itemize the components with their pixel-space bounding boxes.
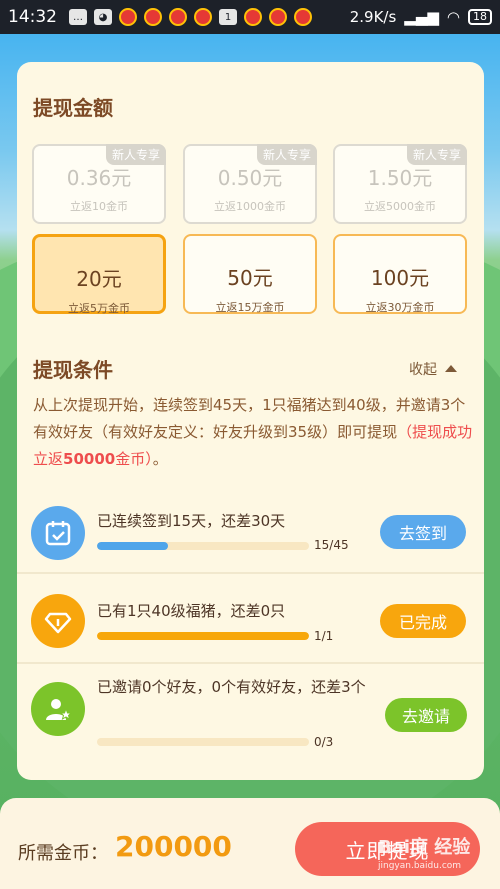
- withdraw-card: 提现金额 新人专享 0.36元 立返10金币 新人专享 0.50元 立返1000…: [17, 62, 484, 780]
- task-progress-count: 0/3: [314, 735, 334, 749]
- watermark-brand: Bai度 经验: [378, 837, 471, 858]
- caret-up-icon: [445, 365, 457, 372]
- completed-button[interactable]: 已完成: [380, 604, 466, 638]
- amount-reward-note: 立返1000金币: [214, 200, 286, 213]
- amount-value: 0.36元: [66, 166, 132, 190]
- reward-text: 金币）: [115, 450, 153, 468]
- network-speed: 2.9K/s: [349, 8, 397, 26]
- conditions-section-title: 提现条件: [33, 358, 113, 382]
- amount-value: 100元: [370, 266, 430, 290]
- app-notification-icon: [144, 8, 162, 26]
- amount-reward-note: 立返30万金币: [365, 301, 435, 314]
- checkin-button[interactable]: 去签到: [380, 515, 466, 549]
- amount-value: 20元: [76, 267, 122, 291]
- task-progress-count: 1/1: [314, 629, 334, 643]
- amount-reward-note: 立返10金币: [70, 200, 128, 213]
- task-progress-bar: [97, 542, 309, 550]
- amount-option-100[interactable]: 100元 立返30万金币: [333, 234, 467, 314]
- watermark-url: jingyan.baidu.com: [378, 861, 462, 871]
- amount-reward-note: 立返15万金币: [215, 301, 285, 314]
- task-row-checkin: 已连续签到15天，还差30天 15/45 去签到: [17, 492, 484, 574]
- invite-button[interactable]: 去邀请: [385, 698, 467, 732]
- wifi-icon: ◠: [446, 8, 460, 26]
- status-bar: 14:32 … ◕ 1 2.9K/s ▂▄▆ ◠ 18: [0, 0, 500, 34]
- task-progress-fill: [97, 632, 309, 640]
- amount-reward-note: 立返5万金币: [68, 302, 130, 315]
- notification-count-icon: 1: [219, 9, 237, 25]
- amount-section-title: 提现金额: [33, 96, 113, 120]
- reward-amount: 50000: [63, 450, 116, 468]
- collapse-label: 收起: [409, 362, 437, 378]
- collapse-toggle[interactable]: 收起: [409, 359, 457, 379]
- diamond-icon: [31, 594, 85, 648]
- amount-option-1.50[interactable]: 新人专享 1.50元 立返5000金币: [333, 144, 467, 224]
- amount-value: 0.50元: [217, 166, 283, 190]
- signal-icon: ▂▄▆: [404, 8, 439, 26]
- conditions-text-end: 。: [152, 450, 168, 468]
- amount-value: 1.50元: [367, 166, 433, 190]
- app-notification-icon: [294, 8, 312, 26]
- calendar-icon: [31, 506, 85, 560]
- amount-option-0.36[interactable]: 新人专享 0.36元 立返10金币: [32, 144, 166, 224]
- required-coins-label: 所需金币：: [18, 843, 108, 864]
- task-text: 已邀请0个好友，0个有效好友，还差3个: [97, 678, 366, 696]
- amount-reward-note: 立返5000金币: [364, 200, 436, 213]
- task-progress-bar: [97, 632, 309, 640]
- task-row-invite: 已邀请0个好友，0个有效好友，还差3个 0/3 去邀请: [17, 664, 484, 758]
- conditions-description: 从上次提现开始，连续签到45天，1只福猪达到40级，并邀请3个有效好友（有效好友…: [33, 392, 473, 473]
- new-user-badge: 新人专享: [256, 144, 317, 165]
- user-star-icon: [31, 682, 85, 736]
- status-time: 14:32: [8, 7, 57, 27]
- amount-option-50[interactable]: 50元 立返15万金币: [183, 234, 317, 314]
- new-user-badge: 新人专享: [406, 144, 467, 165]
- app-notification-icon: [269, 8, 287, 26]
- baidu-watermark: Bai度 经验 jingyan.baidu.com: [378, 833, 470, 871]
- task-row-pig-level: 已有1只40级福猪，还差0只 1/1 已完成: [17, 574, 484, 664]
- task-progress-count: 15/45: [314, 538, 349, 552]
- task-text: 已连续签到15天，还差30天: [97, 512, 286, 530]
- new-user-badge: 新人专享: [105, 144, 166, 165]
- app-notification-icon: [194, 8, 212, 26]
- amount-option-0.50[interactable]: 新人专享 0.50元 立返1000金币: [183, 144, 317, 224]
- message-icon: …: [69, 9, 87, 25]
- amount-value: 50元: [227, 266, 273, 290]
- amount-option-20[interactable]: 20元 立返5万金币: [32, 234, 166, 315]
- app-notification-icon: [119, 8, 137, 26]
- required-coins-value: 200000: [115, 830, 232, 863]
- app-notification-icon: [244, 8, 262, 26]
- battery-icon: 18: [468, 9, 492, 25]
- task-progress-fill: [97, 542, 168, 550]
- app-notification-icon: [169, 8, 187, 26]
- wechat-icon: ◕: [94, 9, 112, 25]
- task-progress-bar: [97, 738, 309, 746]
- task-text: 已有1只40级福猪，还差0只: [97, 602, 286, 620]
